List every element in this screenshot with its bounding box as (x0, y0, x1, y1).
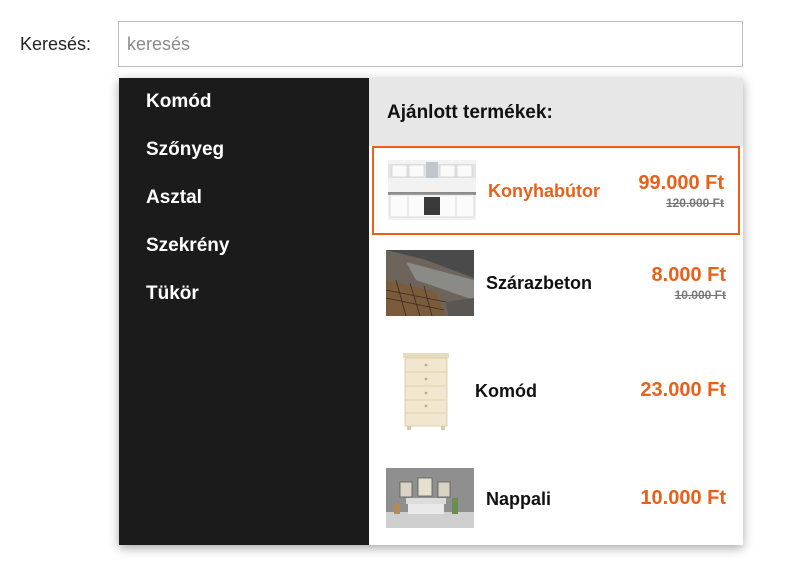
products-header: Ajánlott termékek: (369, 78, 743, 146)
product-price: 8.000 Ft 10.000 Ft (652, 264, 726, 302)
product-old-price: 10.000 Ft (674, 288, 726, 302)
product-current-price: 99.000 Ft (638, 172, 724, 194)
product-row-konyhabutor[interactable]: Konyhabútor 99.000 Ft 120.000 Ft (372, 146, 740, 235)
product-current-price: 8.000 Ft (651, 264, 726, 286)
product-image (388, 160, 476, 220)
product-image (386, 250, 474, 316)
product-image (386, 468, 474, 528)
product-price: 23.000 Ft (640, 379, 726, 402)
product-name: Szárazbeton (486, 273, 593, 293)
category-panel: Komód Szőnyeg Asztal Szekrény Tükör (119, 78, 369, 545)
product-old-price: 120.000 Ft (665, 196, 724, 210)
search-dropdown: Komód Szőnyeg Asztal Szekrény Tükör Aján… (119, 78, 743, 545)
search-input[interactable] (118, 21, 743, 67)
product-image (386, 349, 474, 435)
search-label: Keresés: (20, 34, 92, 54)
category-item-komod[interactable]: Komód (119, 92, 369, 140)
product-current-price: 23.000 Ft (640, 379, 726, 401)
category-item-szonyeg[interactable]: Szőnyeg (119, 140, 369, 188)
product-panel: Ajánlott termékek: Konyhabútor 99.000 Ft… (369, 78, 743, 545)
product-name: Komód (475, 381, 537, 401)
product-row-nappali[interactable]: Nappali 10.000 Ft (372, 454, 740, 543)
product-row-komod[interactable]: Komód 23.000 Ft (372, 341, 740, 443)
category-item-tukor[interactable]: Tükör (119, 284, 369, 332)
product-row-szarazbeton[interactable]: Szárazbeton 8.000 Ft 10.000 Ft (372, 240, 740, 329)
product-name: Nappali (486, 489, 552, 509)
category-item-asztal[interactable]: Asztal (119, 188, 369, 236)
product-current-price: 10.000 Ft (640, 487, 726, 509)
product-price: 99.000 Ft 120.000 Ft (638, 172, 724, 210)
category-item-szekreny[interactable]: Szekrény (119, 236, 369, 284)
product-name: Konyhabútor (488, 181, 600, 201)
product-price: 10.000 Ft (640, 487, 726, 510)
